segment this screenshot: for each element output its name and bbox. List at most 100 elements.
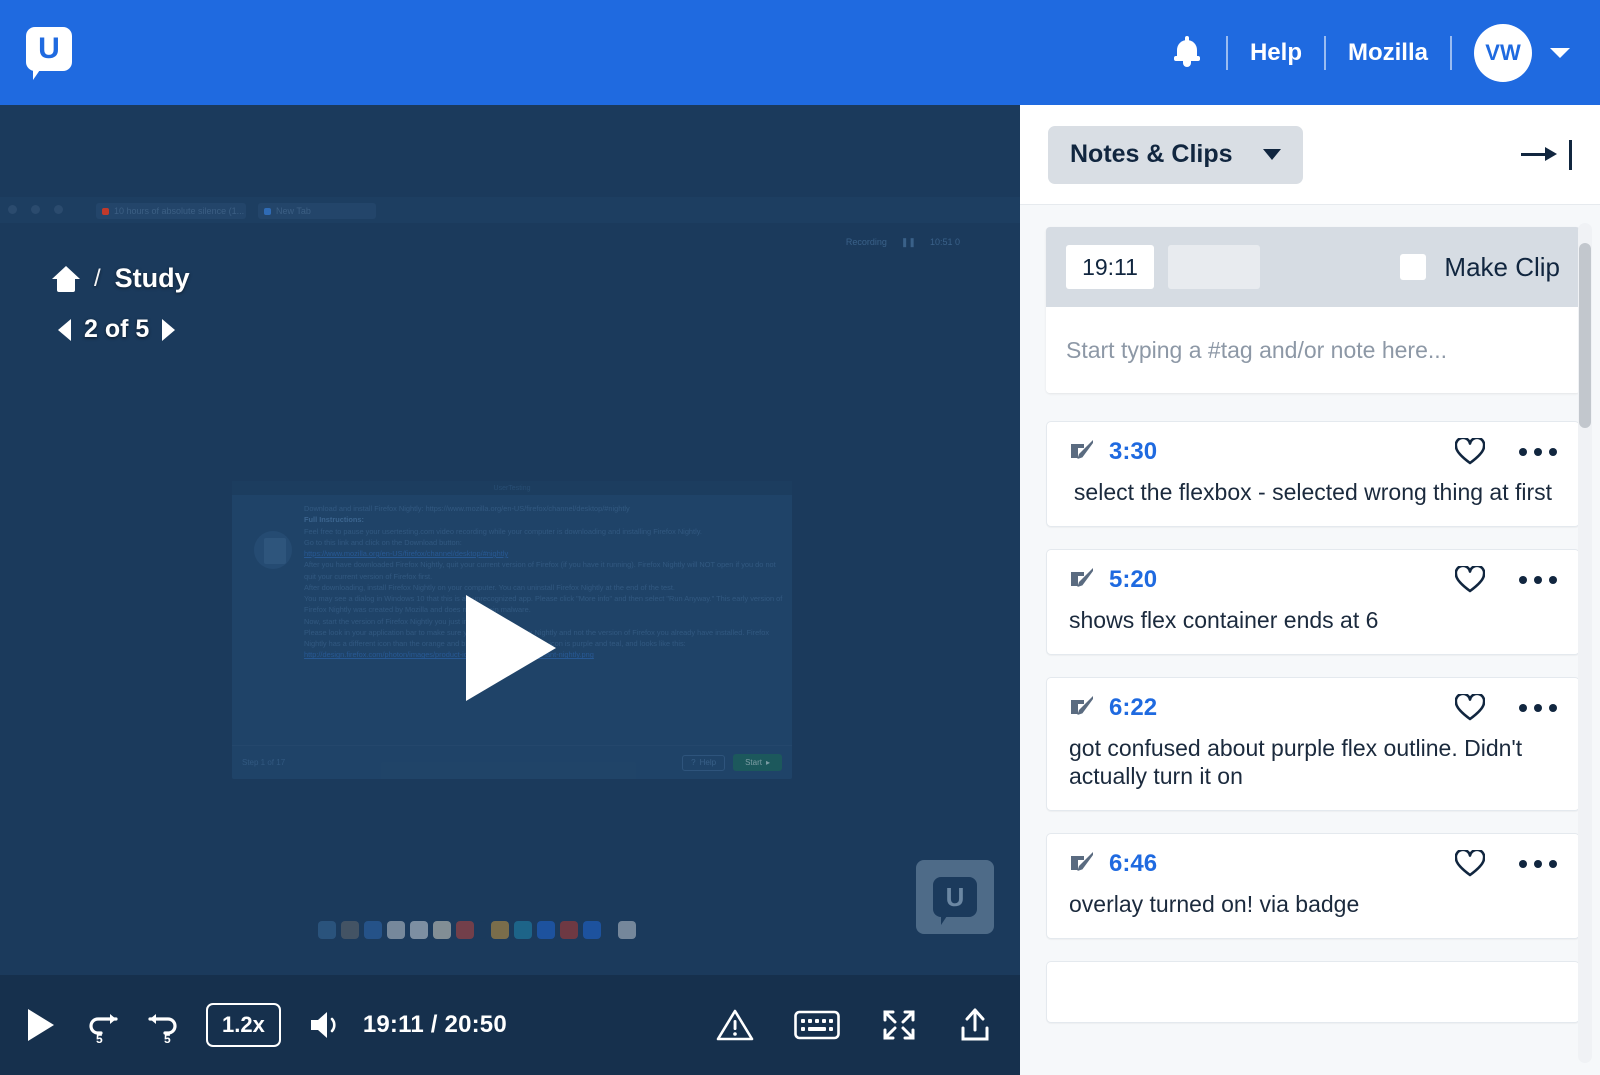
recorded-start-label: Start: [745, 758, 762, 767]
collapse-panel-icon[interactable]: [1521, 141, 1559, 169]
previous-session-button[interactable]: [58, 319, 71, 341]
checklist-icon: [254, 531, 292, 569]
make-clip-toggle[interactable]: Make Clip: [1400, 252, 1560, 283]
avatar[interactable]: VW: [1474, 24, 1532, 82]
recording-time-text: 10:51 0: [930, 237, 960, 247]
notes-list: 3:30select the flexbox - selected wrong …: [1046, 421, 1580, 1023]
breadcrumb-separator: /: [94, 265, 101, 293]
instruction-line: Feel free to pause your usertesting.com …: [304, 527, 702, 536]
time-display: 19:11 / 20:50: [363, 1011, 507, 1039]
note-pen-icon: [1069, 851, 1095, 877]
note-actions: [1455, 694, 1557, 722]
keyboard-shortcuts-icon[interactable]: [794, 1008, 840, 1042]
instruction-line: Now, start the version of Firefox Nightl…: [304, 617, 491, 626]
pager-label: 2 of 5: [84, 315, 149, 344]
note-actions: [1455, 566, 1557, 594]
page-title: Study: [115, 263, 190, 294]
panel-mode-label: Notes & Clips: [1070, 140, 1233, 169]
note-composer-toolbar: Make Clip: [1046, 227, 1580, 307]
make-clip-checkbox[interactable]: [1400, 254, 1426, 280]
note-composer: Make Clip: [1046, 227, 1580, 393]
player-controls-right: [716, 1006, 992, 1044]
recorded-help-label: Help: [700, 758, 716, 767]
note-timestamp[interactable]: 5:20: [1109, 566, 1157, 594]
forward-5-button[interactable]: 5: [142, 1005, 182, 1045]
favorite-heart-icon[interactable]: [1455, 566, 1485, 594]
report-issue-icon[interactable]: [716, 1008, 754, 1042]
note-card-header: 3:30: [1069, 438, 1557, 466]
session-pager: 2 of 5: [58, 315, 175, 344]
note-text: overlay turned on! via badge: [1069, 890, 1557, 918]
instruction-link: https://www.mozilla.org/en-US/firefox/ch…: [304, 549, 508, 558]
player-controls: 5 5 1.2x 19:11 / 20:50: [0, 975, 1020, 1075]
help-link[interactable]: Help: [1228, 39, 1324, 67]
timestamp-input[interactable]: [1066, 245, 1154, 289]
play-overlay-button[interactable]: [466, 595, 556, 701]
play-button[interactable]: [28, 1009, 54, 1041]
note-more-options-icon[interactable]: [1519, 576, 1557, 584]
recorded-dock: [318, 921, 636, 939]
recorded-browser-tab: 10 hours of absolute silence (1... ×: [96, 203, 246, 219]
brand-area: U: [26, 27, 72, 79]
recorded-status: Recording ❚❚ 10:51 0: [846, 233, 960, 251]
note-text: shows flex container ends at 6: [1069, 606, 1557, 634]
fullscreen-icon[interactable]: [880, 1007, 918, 1043]
next-session-button[interactable]: [162, 319, 175, 341]
instruction-line: Download and install Firefox Nightly: ht…: [304, 504, 630, 513]
note-more-options-icon[interactable]: [1519, 704, 1557, 712]
question-icon: ?: [691, 758, 695, 767]
watermark-letter: U: [946, 882, 965, 913]
end-timestamp-input[interactable]: [1168, 245, 1260, 289]
svg-text:5: 5: [164, 1032, 171, 1045]
notes-panel-body: Make Clip 3:30select the flexbox - selec…: [1020, 205, 1600, 1075]
note-card[interactable]: 3:30select the flexbox - selected wrong …: [1046, 421, 1580, 527]
playback-speed-button[interactable]: 1.2x: [206, 1003, 281, 1047]
note-timestamp[interactable]: 3:30: [1109, 438, 1157, 466]
duration: 20:50: [445, 1011, 507, 1038]
recorded-step-label: Step 1 of 17: [242, 758, 285, 767]
note-pen-icon: [1069, 439, 1095, 465]
note-more-options-icon[interactable]: [1519, 860, 1557, 868]
notes-scrollbar-thumb[interactable]: [1579, 243, 1591, 428]
chevron-down-icon[interactable]: [1550, 48, 1570, 58]
share-icon[interactable]: [958, 1006, 992, 1044]
note-card[interactable]: 6:46 overlay turned on! via badge: [1046, 833, 1580, 939]
recorded-tab-title: 10 hours of absolute silence (1...: [114, 206, 244, 216]
organization-link[interactable]: Mozilla: [1326, 39, 1450, 67]
notes-scrollbar[interactable]: [1578, 223, 1592, 1063]
note-pen-icon: [1069, 567, 1095, 593]
notes-panel-header: Notes & Clips: [1020, 105, 1600, 205]
note-actions: [1455, 850, 1557, 878]
panel-header-actions: [1521, 140, 1572, 170]
panel-edge-bar-icon: [1569, 140, 1572, 170]
rewind-5-button[interactable]: 5: [84, 1005, 124, 1045]
chevron-right-icon: ▸: [766, 758, 770, 767]
favorite-heart-icon[interactable]: [1455, 850, 1485, 878]
note-card[interactable]: 6:22got confused about purple flex outli…: [1046, 677, 1580, 811]
video-frame[interactable]: 10 hours of absolute silence (1... × New…: [0, 105, 1020, 995]
recording-status-text: Recording: [846, 237, 887, 247]
note-card[interactable]: [1046, 961, 1580, 1023]
note-card-header: 6:46: [1069, 850, 1557, 878]
notifications-bell-icon[interactable]: [1172, 36, 1202, 70]
note-timestamp[interactable]: 6:22: [1109, 694, 1157, 722]
note-card-header: 6:22: [1069, 694, 1557, 722]
volume-icon[interactable]: [309, 1009, 345, 1041]
note-pen-icon: [1069, 695, 1095, 721]
instruction-line: Go to this link and click on the Downloa…: [304, 538, 462, 547]
note-more-options-icon[interactable]: [1519, 448, 1557, 456]
note-card[interactable]: 5:20 shows flex container ends at 6: [1046, 549, 1580, 655]
video-player-pane: 10 hours of absolute silence (1... × New…: [0, 105, 1020, 1075]
recorded-tab-title: New Tab: [276, 206, 311, 216]
usertesting-logo-icon[interactable]: U: [26, 27, 72, 79]
note-timestamp[interactable]: 6:46: [1109, 850, 1157, 878]
favorite-heart-icon[interactable]: [1455, 694, 1485, 722]
home-icon[interactable]: [52, 266, 80, 292]
note-input[interactable]: [1046, 307, 1580, 393]
divider: [1450, 36, 1452, 70]
time-separator: /: [431, 1011, 438, 1038]
favorite-heart-icon[interactable]: [1455, 438, 1485, 466]
panel-mode-select[interactable]: Notes & Clips: [1048, 126, 1303, 184]
svg-text:5: 5: [96, 1032, 103, 1045]
recorded-browser-tab: New Tab: [258, 203, 376, 219]
